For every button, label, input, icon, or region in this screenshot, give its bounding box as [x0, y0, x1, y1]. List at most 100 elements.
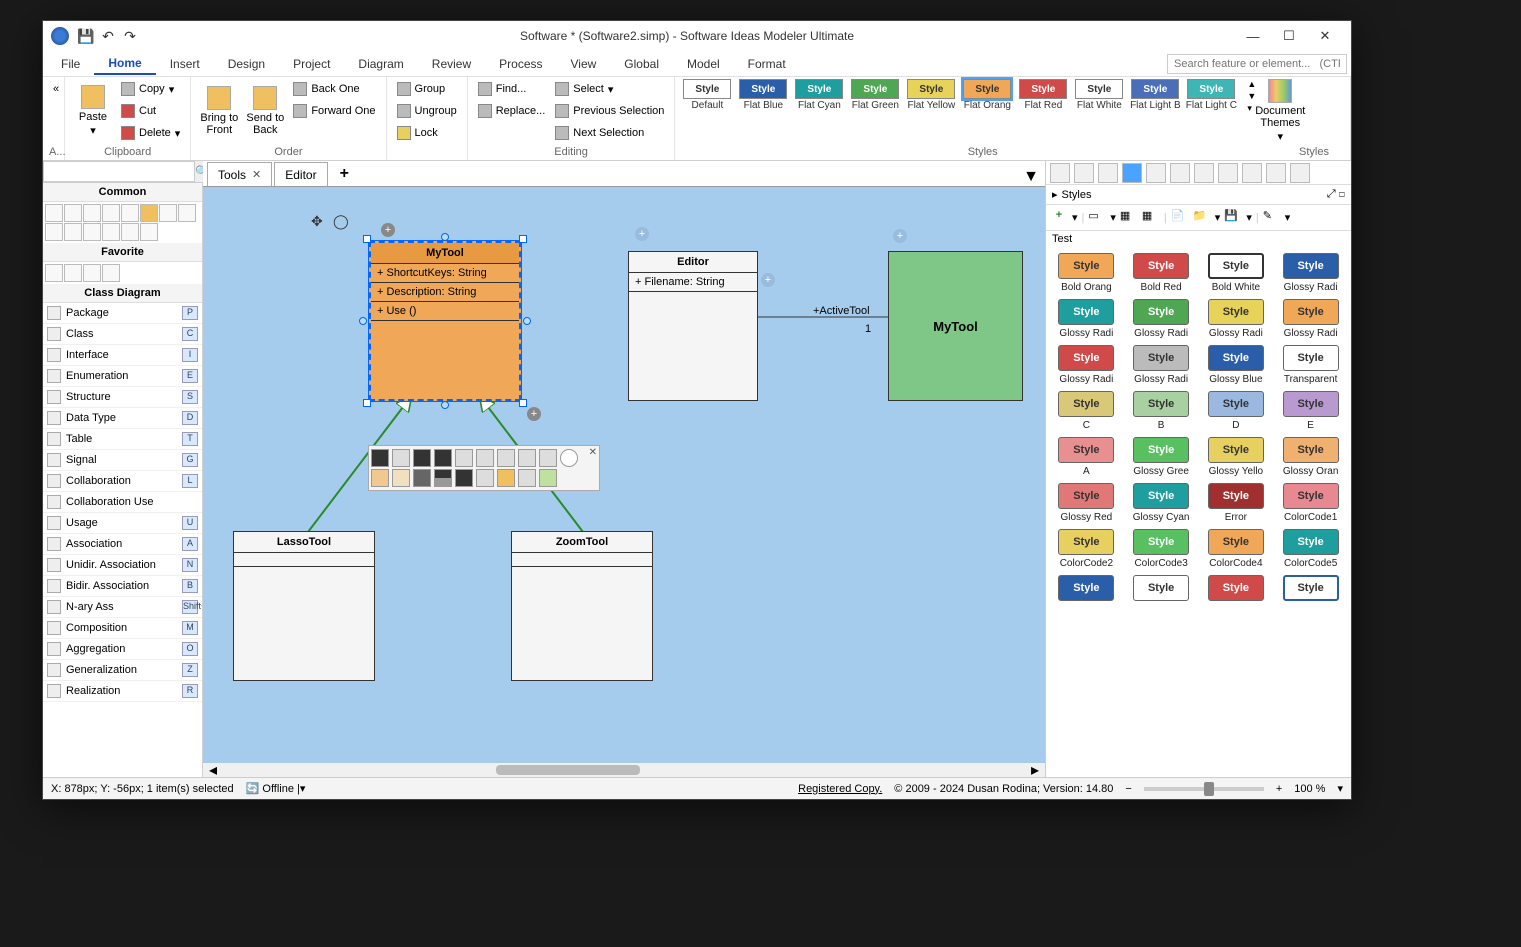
- cut-button[interactable]: Cut: [117, 101, 184, 121]
- class-zoomtool[interactable]: ZoomTool: [511, 531, 653, 681]
- diagram-canvas[interactable]: ✥ ◯ MyTool + ShortcutKeys: String + Desc…: [203, 187, 1045, 777]
- fav-tool-2-icon[interactable]: [64, 264, 82, 282]
- ct-grid-icon[interactable]: [518, 469, 536, 487]
- tool-association[interactable]: AssociationA: [43, 534, 202, 555]
- menu-review[interactable]: Review: [418, 54, 485, 74]
- sel-handle-sw[interactable]: [363, 399, 371, 407]
- zoom-tool-icon[interactable]: [83, 204, 101, 222]
- rp-tool4-icon[interactable]: [1122, 163, 1142, 183]
- grid-tool-icon[interactable]: [140, 223, 158, 241]
- style-cell-transparent[interactable]: StyleTransparent: [1276, 345, 1345, 385]
- folder-tool-icon[interactable]: [83, 223, 101, 241]
- style-cell-e[interactable]: StyleE: [1276, 391, 1345, 431]
- style-cell-error[interactable]: StyleError: [1202, 483, 1271, 523]
- note-tool-icon[interactable]: [45, 223, 63, 241]
- sel-handle-nw[interactable]: [363, 235, 371, 243]
- tabs-dropdown-icon[interactable]: ▼: [1017, 168, 1045, 186]
- class-mytool-green[interactable]: MyTool: [888, 251, 1023, 401]
- ct-color1-icon[interactable]: [371, 469, 389, 487]
- menu-design[interactable]: Design: [214, 54, 279, 74]
- hand-tool-icon[interactable]: [121, 204, 139, 222]
- style-cell-b[interactable]: StyleB: [1127, 391, 1196, 431]
- mytool2-plus-n[interactable]: +: [893, 229, 907, 243]
- styles-scroll-down[interactable]: ▼: [1247, 91, 1256, 101]
- styles-list-icon[interactable]: ▭: [1088, 209, 1106, 227]
- style-cell-glossy-radi[interactable]: StyleGlossy Radi: [1276, 299, 1345, 339]
- save-dropdown[interactable]: ▾: [1246, 211, 1252, 224]
- style-cell-colorcode3[interactable]: StyleColorCode3: [1127, 529, 1196, 569]
- new-doc-icon[interactable]: 📄: [1171, 209, 1189, 227]
- style-cell-glossy-gree[interactable]: StyleGlossy Gree: [1127, 437, 1196, 477]
- style-chip-default[interactable]: StyleDefault: [681, 79, 733, 111]
- back-one-button[interactable]: Back One: [289, 79, 379, 99]
- tool-collaboration[interactable]: CollaborationL: [43, 471, 202, 492]
- save-icon[interactable]: 💾: [77, 27, 95, 45]
- rect-tool-icon[interactable]: [140, 204, 158, 222]
- sel-handle-w[interactable]: [359, 317, 367, 325]
- style-cell-idx29[interactable]: Style: [1127, 575, 1196, 604]
- find-button[interactable]: Find...: [474, 79, 550, 99]
- style-chip-flat-light-c[interactable]: StyleFlat Light C: [1185, 79, 1237, 111]
- ct-color5-icon[interactable]: [455, 469, 473, 487]
- style-cell-glossy-radi[interactable]: StyleGlossy Radi: [1052, 299, 1121, 339]
- ct-color2-icon[interactable]: [392, 469, 410, 487]
- sel-handle-ne[interactable]: [519, 235, 527, 243]
- rp-tool6-icon[interactable]: [1170, 163, 1190, 183]
- style-cell-colorcode4[interactable]: StyleColorCode4: [1202, 529, 1271, 569]
- sel-handle-n[interactable]: [441, 233, 449, 241]
- style-cell-glossy-radi[interactable]: StyleGlossy Radi: [1052, 345, 1121, 385]
- menu-diagram[interactable]: Diagram: [344, 54, 417, 74]
- style-cell-glossy-radi[interactable]: StyleGlossy Radi: [1127, 299, 1196, 339]
- menu-file[interactable]: File: [47, 54, 94, 74]
- style-cell-glossy-oran[interactable]: StyleGlossy Oran: [1276, 437, 1345, 477]
- rp-tool11-icon[interactable]: [1290, 163, 1310, 183]
- style-cell-glossy-blue[interactable]: StyleGlossy Blue: [1202, 345, 1271, 385]
- style-cell-bold-orang[interactable]: StyleBold Orang: [1052, 253, 1121, 293]
- rp-tool5-icon[interactable]: [1146, 163, 1166, 183]
- edit-style-icon[interactable]: ✎: [1263, 209, 1281, 227]
- undo-icon[interactable]: ↶: [99, 27, 117, 45]
- styles-grid1-icon[interactable]: ▦: [1120, 209, 1138, 227]
- plus-handle-se[interactable]: +: [527, 407, 541, 421]
- ungroup-button[interactable]: Ungroup: [393, 101, 461, 121]
- style-chip-flat-cyan[interactable]: StyleFlat Cyan: [793, 79, 845, 111]
- box-tool-icon[interactable]: [121, 223, 139, 241]
- zoom-slider[interactable]: [1144, 787, 1264, 791]
- open-folder-icon[interactable]: 📁: [1193, 209, 1211, 227]
- style-cell-glossy-radi[interactable]: StyleGlossy Radi: [1276, 253, 1345, 293]
- move-handle-icon[interactable]: ✥: [311, 213, 323, 230]
- tool-data-type[interactable]: Data TypeD: [43, 408, 202, 429]
- class-mytool[interactable]: MyTool + ShortcutKeys: String + Descript…: [369, 241, 521, 401]
- tool-n-ary-ass[interactable]: N-ary AssShift+R: [43, 597, 202, 618]
- save-style-icon[interactable]: 💾: [1224, 209, 1242, 227]
- replace-button[interactable]: Replace...: [474, 101, 550, 121]
- pointer-tool-icon[interactable]: [45, 204, 63, 222]
- ct-battery-icon[interactable]: [539, 449, 557, 467]
- rp-tool1-icon[interactable]: [1050, 163, 1070, 183]
- tool-composition[interactable]: CompositionM: [43, 618, 202, 639]
- forward-one-button[interactable]: Forward One: [289, 101, 379, 121]
- line-tool-icon[interactable]: [159, 204, 177, 222]
- tab-tool-icon[interactable]: [102, 223, 120, 241]
- ct-circle-icon[interactable]: [560, 449, 578, 467]
- menu-view[interactable]: View: [557, 54, 611, 74]
- style-cell-d[interactable]: StyleD: [1202, 391, 1271, 431]
- style-cell-glossy-radi[interactable]: StyleGlossy Radi: [1202, 299, 1271, 339]
- tool-class[interactable]: ClassC: [43, 324, 202, 345]
- plus-handle-n[interactable]: +: [381, 223, 395, 237]
- tool-collaboration-use[interactable]: Collaboration Use: [43, 492, 202, 513]
- sel-handle-se[interactable]: [519, 399, 527, 407]
- ct-name-icon[interactable]: [413, 449, 431, 467]
- style-chip-flat-light-b[interactable]: StyleFlat Light B: [1129, 79, 1181, 111]
- tool-enumeration[interactable]: EnumerationE: [43, 366, 202, 387]
- clipboard-tool-icon[interactable]: [64, 223, 82, 241]
- tool-table[interactable]: TableT: [43, 429, 202, 450]
- style-cell-idx30[interactable]: Style: [1202, 575, 1271, 604]
- ct-attr-icon[interactable]: [434, 449, 452, 467]
- document-themes-button[interactable]: Document Themes▾: [1258, 79, 1302, 143]
- rp-tool2-icon[interactable]: [1074, 163, 1094, 183]
- sel-handle-e[interactable]: [523, 317, 531, 325]
- maximize-button[interactable]: ☐: [1271, 24, 1307, 48]
- tab-add[interactable]: +: [330, 162, 359, 186]
- ct-lock-icon[interactable]: [476, 449, 494, 467]
